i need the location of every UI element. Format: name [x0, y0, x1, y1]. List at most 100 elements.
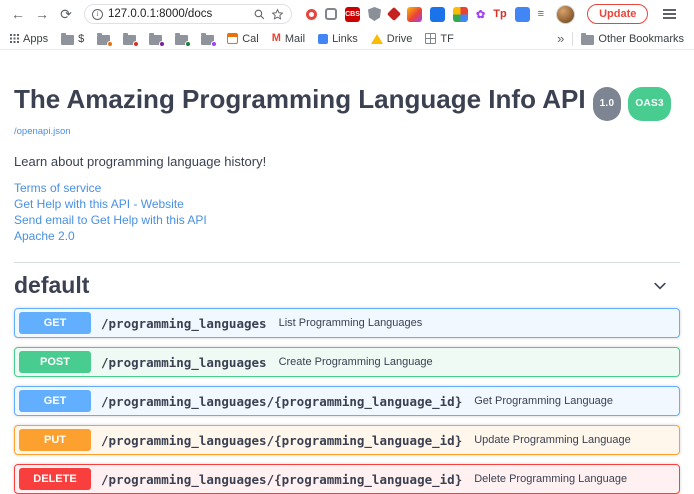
endpoint-row[interactable]: DELETE/programming_languages/{programmin…: [14, 464, 680, 494]
extensions-toolbar: CBS ✿ Tp ≡: [306, 7, 544, 22]
folder-icon: [201, 35, 214, 45]
bookmark-item[interactable]: [97, 33, 110, 45]
tp-extension-icon[interactable]: Tp: [493, 8, 506, 20]
blue-camera-extension-icon[interactable]: [430, 7, 445, 22]
bookmark-label: Drive: [387, 33, 413, 45]
update-button[interactable]: Update: [587, 4, 648, 24]
chevron-down-icon[interactable]: [652, 278, 668, 294]
bookmarks-bar: Apps $ Cal Mail Links Drive TF » Other Bookmar…: [0, 28, 694, 50]
other-bookmarks-label: Other Bookmarks: [598, 33, 684, 45]
endpoint-path: /programming_languages/{programming_lang…: [101, 472, 462, 487]
endpoint-list: GET/programming_languages List Programmin…: [14, 308, 680, 494]
terms-of-service-link[interactable]: Terms of service: [14, 181, 680, 196]
info-links: Terms of service Get Help with this API …: [14, 181, 680, 244]
folder-icon: [97, 35, 110, 45]
site-info-icon[interactable]: [92, 9, 103, 20]
openapi-spec-link[interactable]: /openapi.json: [14, 126, 71, 137]
bookmark-item[interactable]: [123, 33, 136, 45]
bookmark-star-icon[interactable]: [271, 8, 284, 21]
bookmark-item[interactable]: Links: [318, 33, 358, 45]
folder-icon: [581, 35, 594, 45]
oas3-badge: OAS3: [628, 87, 670, 121]
contact-website-link[interactable]: Get Help with this API - Website: [14, 197, 680, 212]
folder-icon: [123, 35, 136, 45]
bookmark-label: $: [78, 33, 84, 45]
gray-outline-extension-icon[interactable]: [325, 8, 337, 20]
license-link[interactable]: Apache 2.0: [14, 229, 680, 244]
bookmark-item[interactable]: [175, 33, 188, 45]
gmail-icon: [272, 33, 281, 44]
endpoint-row[interactable]: GET/programming_languages/{programming_l…: [14, 386, 680, 416]
version-badge: 1.0: [593, 87, 622, 121]
bookmark-label: Apps: [23, 33, 48, 45]
folder-icon: [61, 35, 74, 45]
bookmark-label: Mail: [285, 33, 305, 45]
method-badge: GET: [19, 390, 91, 412]
other-bookmarks-button[interactable]: Other Bookmarks: [581, 33, 684, 45]
drive-icon: [371, 34, 383, 44]
bookmark-item[interactable]: Apps: [10, 33, 48, 45]
bookmark-item[interactable]: Mail: [272, 33, 305, 45]
endpoint-path: /programming_languages: [101, 355, 267, 370]
swagger-page: The Amazing Programming Language Info AP…: [0, 50, 694, 494]
endpoint-summary: Create Programming Language: [279, 356, 433, 368]
api-description: Learn about programming language history…: [14, 154, 680, 169]
reload-icon[interactable]: ⟳: [56, 4, 76, 24]
red-ring-extension-icon[interactable]: [306, 9, 317, 20]
endpoint-summary: Get Programming Language: [474, 395, 613, 407]
list-extension-icon[interactable]: ≡: [538, 8, 544, 20]
bookmarks-overflow-icon[interactable]: »: [557, 31, 564, 46]
endpoint-summary: List Programming Languages: [279, 317, 423, 329]
api-title-text: The Amazing Programming Language Info AP…: [14, 84, 586, 114]
calendar-icon: [227, 33, 238, 44]
tag-title: default: [14, 272, 89, 299]
endpoint-path: /programming_languages: [101, 316, 267, 331]
method-badge: PUT: [19, 429, 91, 451]
browser-menu-icon[interactable]: [660, 5, 678, 23]
folder-icon: [149, 35, 162, 45]
endpoint-row[interactable]: PUT/programming_languages/{programming_l…: [14, 425, 680, 455]
method-badge: GET: [19, 312, 91, 334]
endpoint-path: /programming_languages/{programming_lang…: [101, 394, 462, 409]
url-text: 127.0.0.1:8000/docs: [108, 8, 248, 20]
bookmark-label: Cal: [242, 33, 259, 45]
method-badge: POST: [19, 351, 91, 373]
purple-flower-extension-icon[interactable]: ✿: [476, 8, 485, 21]
tf-grid-icon: [425, 33, 436, 44]
colorful-grid-extension-icon[interactable]: [453, 7, 468, 22]
bookmark-item[interactable]: TF: [425, 33, 453, 45]
folder-icon: [175, 35, 188, 45]
bookmark-item[interactable]: [149, 33, 162, 45]
address-bar[interactable]: 127.0.0.1:8000/docs: [84, 4, 292, 24]
links-icon: [318, 34, 328, 44]
red-diamond-extension-icon[interactable]: [387, 7, 401, 21]
contact-email-link[interactable]: Send email to Get Help with this API: [14, 213, 680, 228]
page-title: The Amazing Programming Language Info AP…: [14, 84, 680, 121]
bookmark-item[interactable]: $: [61, 33, 84, 45]
bookmark-item[interactable]: [201, 33, 214, 45]
zoom-icon[interactable]: [253, 8, 266, 21]
forward-icon[interactable]: →: [32, 4, 52, 24]
profile-avatar[interactable]: [556, 5, 575, 24]
bookmark-item[interactable]: Cal: [227, 33, 259, 45]
bookmarks-divider: [572, 32, 573, 46]
cbs-extension-icon[interactable]: CBS: [345, 7, 360, 22]
endpoint-summary: Update Programming Language: [474, 434, 631, 446]
bookmarks-right-group: » Other Bookmarks: [557, 31, 684, 46]
method-badge: DELETE: [19, 468, 91, 490]
tag-header-default[interactable]: default: [14, 263, 680, 308]
browser-toolbar: ← → ⟳ 127.0.0.1:8000/docs CBS ✿ Tp ≡ Update: [0, 0, 694, 28]
endpoint-row[interactable]: GET/programming_languages List Programmin…: [14, 308, 680, 338]
apps-grid-icon: [10, 34, 19, 43]
endpoint-row[interactable]: POST/programming_languages Create Program…: [14, 347, 680, 377]
bookmark-label: TF: [440, 33, 453, 45]
bookmarks-list: Apps $ Cal Mail Links Drive TF: [10, 33, 454, 45]
blue-calendar-extension-icon[interactable]: [515, 7, 530, 22]
shield-extension-icon[interactable]: [368, 7, 381, 21]
endpoint-path: /programming_languages/{programming_lang…: [101, 433, 462, 448]
bookmark-item[interactable]: Drive: [371, 33, 413, 45]
endpoint-summary: Delete Programming Language: [474, 473, 627, 485]
bookmark-label: Links: [332, 33, 358, 45]
back-icon[interactable]: ←: [8, 4, 28, 24]
paintbrush-extension-icon[interactable]: [407, 7, 422, 22]
